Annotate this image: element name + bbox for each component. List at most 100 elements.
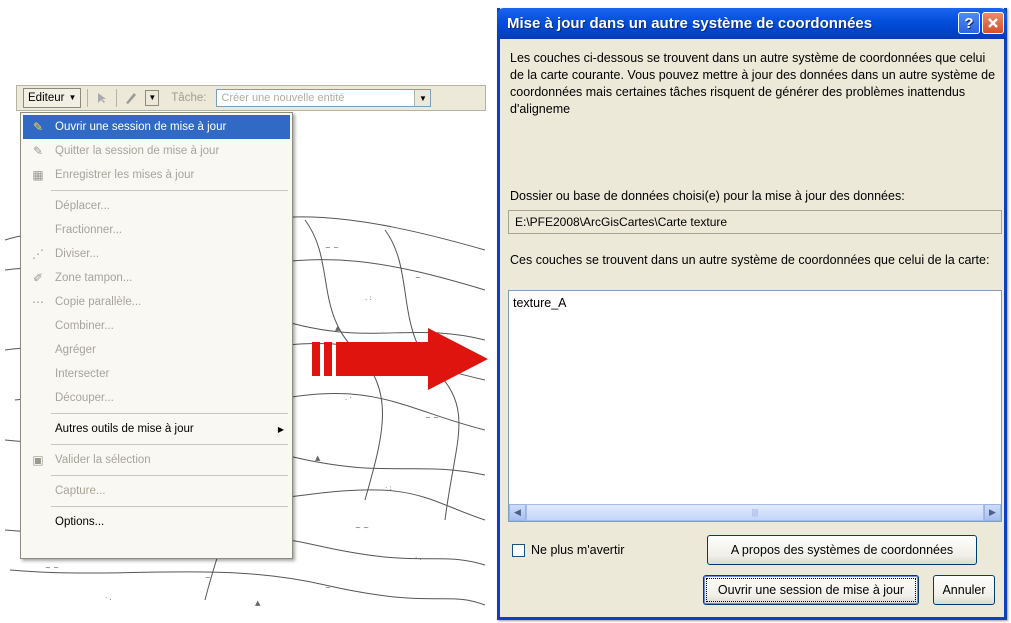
svg-text:~: ~ [205,574,211,582]
svg-text:· .: · . [415,554,422,562]
svg-text:. :: . : [365,294,372,302]
menu-item-label: Capture... [55,485,106,497]
dont-warn-label: Ne plus m'avertir [531,543,625,557]
dialog-titlebar[interactable]: Mise à jour dans un autre système de coo… [497,8,1007,39]
menu-item-split[interactable]: Fractionner... [21,218,292,242]
menu-item-label: Valider la sélection [55,454,151,466]
menu-item-stop-editing[interactable]: ✎ Quitter la session de mise à jour [21,139,292,163]
svg-text:· :: · : [385,484,392,492]
menu-separator [51,413,288,414]
chevron-down-icon[interactable]: ▼ [414,90,431,106]
chevron-down-icon: ▼ [68,93,77,102]
folder-label: Dossier ou base de données choisi(e) pou… [510,189,905,203]
menu-item-start-editing[interactable]: ✎ Ouvrir une session de mise à jour [23,115,290,139]
edit-tool-icon[interactable] [94,90,110,106]
about-button-label: A propos des systèmes de coordonnées [730,543,954,557]
menu-item-options[interactable]: Options... [21,510,292,534]
horizontal-scrollbar[interactable]: ◀ ||| ▶ [509,504,1001,521]
folder-path-field: E:\PFE2008\ArcGisCartes\Carte texture [508,210,1002,234]
menu-item-label: Combiner... [55,320,114,332]
dialog-title: Mise à jour dans un autre système de coo… [507,15,873,32]
stop-edit-icon: ✎ [32,144,44,158]
editor-dropdown-menu: ✎ Ouvrir une session de mise à jour ✎ Qu… [20,112,293,559]
svg-text:▲: ▲ [315,454,321,462]
svg-text:~: ~ [415,274,421,282]
layers-list[interactable]: texture_A ◀ ||| ▶ [508,290,1002,522]
about-coordinate-systems-button[interactable]: A propos des systèmes de coordonnées [707,535,977,565]
menu-item-move[interactable]: Déplacer... [21,194,292,218]
cancel-button-label: Annuler [942,583,986,597]
buffer-icon: ✐ [32,271,44,285]
menu-item-label: Découper... [55,392,114,404]
scrollbar-track[interactable]: ||| [526,504,984,521]
svg-text:~ ~: ~ ~ [355,524,369,532]
copy-parallel-icon: ⋯ [32,295,44,309]
svg-text:· .: · . [105,594,112,602]
edit-session-icon: ✎ [32,120,44,134]
menu-item-merge[interactable]: Combiner... [21,314,292,338]
scroll-left-icon[interactable]: ◀ [509,504,526,521]
menu-item-more-editing-tools[interactable]: Autres outils de mise à jour ▶ [21,417,292,441]
menu-item-label: Agréger [55,344,96,356]
menu-separator [51,444,288,445]
close-button[interactable] [982,12,1004,34]
menu-item-save-edits[interactable]: ▦ Enregistrer les mises à jour [21,163,292,187]
save-edits-icon: ▦ [32,168,44,182]
cancel-button[interactable]: Annuler [933,575,995,605]
task-label: Tâche: [171,92,207,104]
menu-separator [51,475,288,476]
menu-item-union[interactable]: Agréger [21,338,292,362]
toolbar-separator [87,89,89,107]
menu-item-label: Copie parallèle... [55,296,142,308]
dont-warn-checkbox[interactable] [512,543,525,557]
svg-text:▲: ▲ [255,599,261,607]
menu-item-label: Autres outils de mise à jour [55,423,194,435]
svg-text:. ·: . · [345,394,352,402]
start-editing-button[interactable]: Ouvrir une session de mise à jour [703,575,919,605]
help-button[interactable]: ? [958,12,980,34]
menu-item-copy-parallel[interactable]: ⋯ Copie parallèle... [21,290,292,314]
svg-text:~ ~: ~ ~ [45,564,59,572]
menu-separator [51,190,288,191]
sketch-tool-icon[interactable] [123,90,139,106]
menu-item-label: Fractionner... [55,224,123,236]
task-select[interactable]: Créer une nouvelle entité ▼ [216,89,432,107]
menu-item-snapping[interactable]: Capture... [21,479,292,503]
scrollbar-thumb[interactable]: ||| [526,504,984,521]
task-select-value: Créer une nouvelle entité [221,92,345,104]
menu-item-intersect[interactable]: Intersecter [21,362,292,386]
start-editing-button-label: Ouvrir une session de mise à jour [717,583,905,597]
menu-item-label: Zone tampon... [55,272,133,284]
submenu-arrow-icon: ▶ [277,424,284,434]
toolbar-separator [116,89,118,107]
close-icon [988,18,998,28]
list-item[interactable]: texture_A [513,296,567,310]
menu-separator [51,506,288,507]
menu-item-label: Diviser... [55,248,100,260]
menu-item-label: Quitter la session de mise à jour [55,145,220,157]
menu-item-label: Ouvrir une session de mise à jour [55,121,227,133]
menu-item-validate-selection[interactable]: ▣ Valider la sélection [21,448,292,472]
scroll-right-icon[interactable]: ▶ [984,504,1001,521]
svg-text:~ ~: ~ ~ [425,414,439,422]
layers-label: Ces couches se trouvent dans un autre sy… [510,253,990,267]
svg-text:~: ~ [325,584,331,592]
validate-icon: ▣ [32,453,44,467]
menu-item-buffer[interactable]: ✐ Zone tampon... [21,266,292,290]
editor-menu-button[interactable]: Editeur ▼ [23,88,82,108]
menu-item-label: Intersecter [55,368,110,380]
menu-item-label: Options... [55,516,105,528]
folder-path-value: E:\PFE2008\ArcGisCartes\Carte texture [515,215,728,229]
menu-item-label: Déplacer... [55,200,110,212]
editor-menu-label: Editeur [28,92,65,104]
menu-item-divide[interactable]: ⋰ Diviser... [21,242,292,266]
red-arrow-icon [312,328,488,390]
menu-item-label: Enregistrer les mises à jour [55,169,195,181]
editor-toolbar: Editeur ▼ ▼ Tâche: Créer une nouvelle en… [16,85,486,111]
coordinate-system-dialog: Mise à jour dans un autre système de coo… [497,8,1007,620]
svg-text:~ ~: ~ ~ [325,244,339,252]
dont-warn-checkbox-row[interactable]: Ne plus m'avertir [512,543,624,557]
divide-icon: ⋰ [32,247,44,261]
menu-item-clip[interactable]: Découper... [21,386,292,410]
sketch-tool-dropdown[interactable]: ▼ [145,90,160,106]
